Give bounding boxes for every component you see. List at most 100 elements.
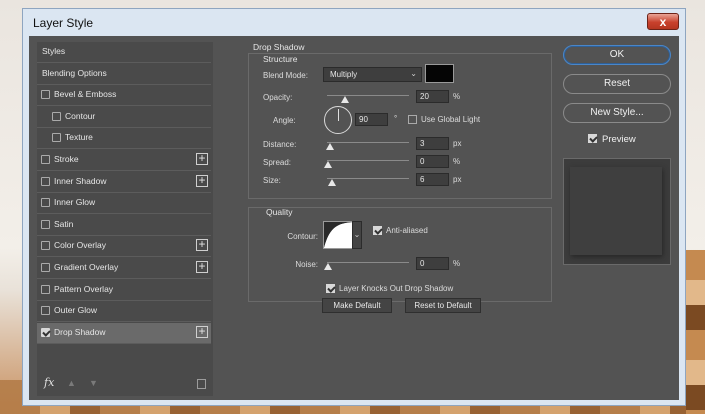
close-button[interactable]: x [647, 13, 679, 30]
shadow-color-swatch[interactable] [425, 64, 454, 83]
angle-label: Angle: [273, 116, 296, 125]
angle-unit: ° [394, 114, 398, 123]
style-item-drop-shadow[interactable]: Drop Shadow + [37, 322, 211, 344]
actions-panel: OK Reset New Style... Preview [557, 42, 671, 396]
fx-menu-button[interactable]: fx [44, 376, 54, 389]
style-item-checkbox[interactable] [41, 90, 50, 100]
style-item-color-overlay[interactable]: Color Overlay + [37, 236, 211, 258]
style-item-label: Inner Glow [54, 197, 96, 208]
style-item-checkbox[interactable] [41, 176, 50, 186]
opacity-unit: % [453, 92, 461, 101]
reset-button[interactable]: Reset [563, 74, 671, 94]
opacity-input[interactable]: 20 [416, 90, 449, 103]
style-item-checkbox[interactable] [52, 111, 61, 121]
opacity-slider-thumb[interactable] [341, 96, 349, 103]
anti-aliased-checkbox[interactable] [373, 226, 382, 235]
style-item-stroke[interactable]: Stroke + [37, 150, 211, 171]
background-photo-edge [686, 250, 705, 414]
preview-label: Preview [602, 134, 636, 145]
size-input[interactable]: 6 [416, 173, 449, 186]
size-unit: px [453, 175, 462, 184]
title-bar[interactable]: Layer Style x [23, 9, 685, 35]
add-effect-icon[interactable]: + [196, 260, 208, 273]
noise-slider-thumb[interactable] [324, 263, 332, 270]
style-item-checkbox[interactable] [41, 219, 50, 229]
style-item-checkbox[interactable] [41, 306, 50, 316]
styles-toolbar: fx ▲ ▼ [37, 374, 213, 396]
spread-input[interactable]: 0 [416, 155, 449, 168]
use-global-light-checkbox[interactable] [408, 115, 417, 124]
style-item-blending-options[interactable]: Blending Options [37, 64, 211, 85]
style-item-checkbox[interactable] [41, 263, 50, 272]
spread-unit: % [453, 157, 461, 166]
knocks-out-checkbox[interactable] [326, 284, 335, 293]
style-item-checkbox[interactable] [41, 284, 50, 294]
style-item-satin[interactable]: Satin [37, 215, 211, 236]
style-item-styles[interactable]: Styles [37, 42, 211, 63]
style-item-checkbox[interactable] [52, 133, 61, 143]
distance-input[interactable]: 3 [416, 137, 449, 150]
move-up-icon[interactable]: ▲ [67, 378, 76, 388]
add-effect-icon[interactable]: + [196, 174, 208, 187]
style-item-gradient-overlay[interactable]: Gradient Overlay + [37, 258, 211, 279]
dialog-body: Styles Blending Options Bevel & Emboss Cont… [29, 36, 679, 400]
style-item-label: Texture [65, 132, 93, 143]
noise-input[interactable]: 0 [416, 257, 449, 270]
preview-checkbox[interactable] [588, 134, 597, 143]
move-down-icon[interactable]: ▼ [89, 378, 98, 388]
add-effect-icon[interactable]: + [196, 152, 208, 165]
distance-slider-thumb[interactable] [326, 143, 334, 150]
style-item-checkbox[interactable] [41, 327, 50, 337]
anti-aliased-label: Anti-aliased [386, 226, 428, 235]
contour-dropdown-button[interactable]: ⌄ [352, 221, 362, 249]
noise-label: Noise: [295, 260, 318, 269]
distance-unit: px [453, 139, 462, 148]
style-item-bevel-emboss[interactable]: Bevel & Emboss [37, 85, 211, 107]
size-label: Size: [263, 176, 281, 185]
use-global-light-label: Use Global Light [421, 115, 481, 124]
style-item-inner-shadow[interactable]: Inner Shadow + [37, 172, 211, 193]
ok-button[interactable]: OK [563, 45, 671, 65]
blend-mode-select[interactable]: Multiply ⌄ [323, 67, 422, 82]
style-item-label: Satin [54, 218, 74, 229]
style-item-checkbox[interactable] [41, 198, 50, 208]
spread-slider-thumb[interactable] [324, 161, 332, 168]
style-item-label: Gradient Overlay [54, 262, 119, 272]
distance-slider-track[interactable] [327, 142, 409, 143]
blend-mode-value: Multiply [330, 70, 358, 79]
style-item-checkbox[interactable] [41, 155, 50, 164]
preview-swatch [570, 167, 662, 255]
style-item-label: Contour [65, 110, 96, 121]
reset-to-default-button[interactable]: Reset to Default [405, 298, 481, 313]
angle-input[interactable]: 90 [355, 113, 388, 126]
style-item-contour[interactable]: Contour [37, 107, 211, 128]
style-item-outer-glow[interactable]: Outer Glow [37, 301, 211, 323]
structure-group: Structure Blend Mode: Multiply ⌄ Opacity… [248, 53, 552, 199]
size-slider-thumb[interactable] [328, 179, 336, 186]
style-item-label: Pattern Overlay [54, 283, 114, 294]
opacity-slider-track[interactable] [327, 95, 409, 96]
style-item-label: Stroke [54, 154, 79, 164]
structure-heading: Structure [263, 54, 298, 64]
angle-dial[interactable] [324, 106, 352, 134]
add-effect-icon[interactable]: + [196, 238, 208, 252]
style-item-label: Blending Options [42, 67, 107, 78]
style-item-inner-glow[interactable]: Inner Glow [37, 193, 211, 215]
trash-icon[interactable] [197, 379, 206, 389]
chevron-down-icon: ⌄ [410, 69, 417, 78]
add-effect-icon[interactable]: + [196, 325, 208, 338]
new-style-button[interactable]: New Style... [563, 103, 671, 123]
noise-slider-track[interactable] [327, 262, 409, 263]
style-item-texture[interactable]: Texture [37, 128, 211, 150]
spread-slider-track[interactable] [327, 160, 409, 161]
style-item-pattern-overlay[interactable]: Pattern Overlay [37, 280, 211, 301]
style-item-label: Bevel & Emboss [54, 89, 117, 100]
style-item-label: Color Overlay [54, 240, 106, 251]
noise-unit: % [453, 259, 461, 268]
make-default-button[interactable]: Make Default [322, 298, 392, 313]
style-item-label: Drop Shadow [54, 326, 106, 337]
distance-label: Distance: [263, 140, 297, 149]
dialog-title: Layer Style [33, 16, 94, 30]
style-item-checkbox[interactable] [41, 241, 50, 251]
size-slider-track[interactable] [327, 178, 409, 179]
